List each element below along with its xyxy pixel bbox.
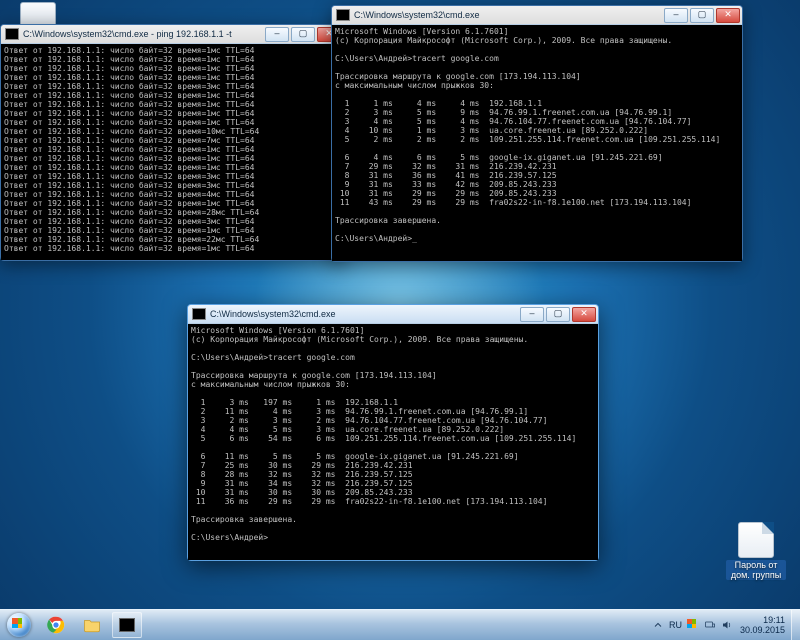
cmd-window-tracert-bottom[interactable]: C:\Windows\system32\cmd.exe – ▢ ✕ Micros…: [187, 304, 599, 561]
language-indicator[interactable]: RU: [669, 620, 682, 630]
windows-orb-icon: [7, 613, 31, 637]
terminal-output[interactable]: Ответ от 192.168.1.1: число байт=32 врем…: [1, 44, 343, 260]
text-file-label: Пароль от дом. группы: [726, 560, 786, 580]
clock-date: 30.09.2015: [740, 625, 785, 635]
show-desktop-button[interactable]: [791, 610, 800, 640]
folder-icon: [83, 616, 101, 634]
taskbar-clock[interactable]: 19:11 30.09.2015: [738, 615, 787, 635]
close-button[interactable]: ✕: [716, 8, 740, 23]
pinned-chrome[interactable]: [39, 613, 73, 637]
cmd-icon: [5, 28, 19, 40]
text-file-icon[interactable]: Пароль от дом. группы: [726, 522, 786, 580]
desktop[interactable]: Корзина Пароль от дом. группы C:\Windows…: [0, 0, 800, 640]
taskbar[interactable]: RU 19:11 30.09.2015: [0, 609, 800, 640]
minimize-button[interactable]: –: [520, 307, 544, 322]
pinned-explorer[interactable]: [75, 613, 109, 637]
document-icon: [738, 522, 774, 558]
network-icon[interactable]: [704, 619, 716, 631]
cmd-icon: [192, 308, 206, 320]
cmd-icon: [119, 618, 135, 632]
cmd-icon: [336, 9, 350, 21]
start-button[interactable]: [0, 610, 38, 640]
chevron-up-icon[interactable]: [652, 619, 664, 631]
system-tray[interactable]: RU 19:11 30.09.2015: [648, 615, 791, 635]
maximize-button[interactable]: ▢: [546, 307, 570, 322]
minimize-button[interactable]: –: [265, 27, 289, 42]
minimize-button[interactable]: –: [664, 8, 688, 23]
cmd-window-tracert-top[interactable]: C:\Windows\system32\cmd.exe – ▢ ✕ Micros…: [331, 5, 743, 262]
window-title: C:\Windows\system32\cmd.exe - ping 192.1…: [23, 29, 265, 39]
maximize-button[interactable]: ▢: [690, 8, 714, 23]
terminal-output[interactable]: Microsoft Windows [Version 6.1.7601] (c)…: [332, 25, 742, 261]
titlebar[interactable]: C:\Windows\system32\cmd.exe – ▢ ✕: [188, 305, 598, 324]
taskbar-item-cmd[interactable]: [112, 612, 142, 638]
volume-icon[interactable]: [721, 619, 733, 631]
titlebar[interactable]: C:\Windows\system32\cmd.exe - ping 192.1…: [1, 25, 343, 44]
close-button[interactable]: ✕: [572, 307, 596, 322]
chrome-icon: [47, 616, 65, 634]
window-title: C:\Windows\system32\cmd.exe: [354, 10, 664, 20]
window-title: C:\Windows\system32\cmd.exe: [210, 309, 520, 319]
titlebar[interactable]: C:\Windows\system32\cmd.exe – ▢ ✕: [332, 6, 742, 25]
clock-time: 19:11: [740, 615, 785, 625]
maximize-button[interactable]: ▢: [291, 27, 315, 42]
action-center-icon[interactable]: [687, 619, 699, 631]
terminal-output[interactable]: Microsoft Windows [Version 6.1.7601] (c)…: [188, 324, 598, 560]
cmd-window-ping[interactable]: C:\Windows\system32\cmd.exe - ping 192.1…: [0, 24, 344, 261]
